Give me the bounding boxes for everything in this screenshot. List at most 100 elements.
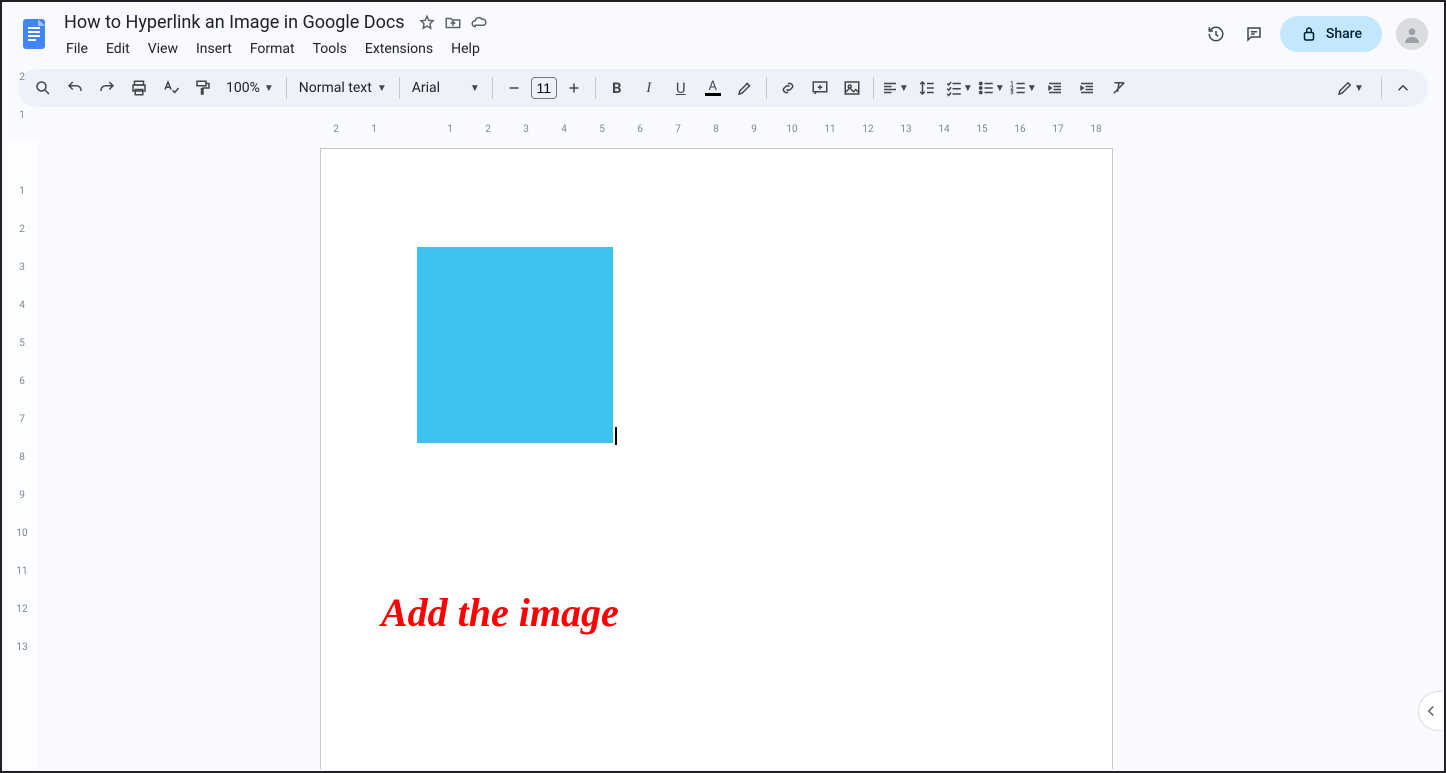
ruler-mark: 16 [1001,120,1039,138]
menu-edit[interactable]: Edit [98,37,138,61]
paint-format-icon[interactable] [188,73,218,103]
bulleted-list-icon[interactable]: ▼ [976,73,1006,103]
ruler-mark: 2 [6,224,38,235]
align-icon[interactable]: ▼ [880,73,910,103]
undo-icon[interactable] [60,73,90,103]
ruler-mark: 6 [621,120,659,138]
caret-down-icon: ▼ [899,83,909,94]
clear-formatting-icon[interactable] [1104,73,1134,103]
ruler-mark: 8 [6,452,38,463]
ruler-mark: 17 [1039,120,1077,138]
highlight-icon[interactable] [730,73,760,103]
history-icon[interactable] [1204,22,1228,46]
ruler-mark: 8 [697,120,735,138]
separator [492,77,493,99]
ruler-mark: 3 [507,120,545,138]
caret-down-icon: ▼ [377,83,387,94]
menu-format[interactable]: Format [242,37,303,61]
ruler-mark: 13 [887,120,925,138]
document-page[interactable]: Add the image [320,148,1113,769]
bold-icon[interactable]: B [602,73,632,103]
text-color-icon[interactable]: A [698,73,728,103]
separator [595,77,596,99]
ruler-mark: 4 [6,300,38,311]
increase-indent-icon[interactable] [1072,73,1102,103]
decrease-indent-icon[interactable] [1040,73,1070,103]
checklist-icon[interactable]: ▼ [944,73,974,103]
annotation-text: Add the image [381,589,619,636]
ruler-mark: 2 [469,120,507,138]
print-icon[interactable] [124,73,154,103]
ruler-mark: 3 [6,262,38,273]
menubar: File Edit View Insert Format Tools Exten… [58,37,1204,61]
font-select[interactable]: Arial ▼ [406,80,486,96]
line-spacing-icon[interactable] [912,73,942,103]
italic-icon[interactable]: I [634,73,664,103]
caret-down-icon: ▼ [995,83,1005,94]
svg-text:3: 3 [1010,90,1013,96]
zoom-value: 100% [226,80,260,96]
ruler-mark: 11 [6,566,38,577]
spellcheck-icon[interactable] [156,73,186,103]
menu-help[interactable]: Help [443,37,488,61]
ruler-mark: 4 [545,120,583,138]
increase-fontsize-icon[interactable] [559,73,589,103]
ruler-mark: 10 [6,528,38,539]
numbered-list-icon[interactable]: 123▼ [1008,73,1038,103]
ruler-mark: 6 [6,376,38,387]
share-button[interactable]: Share [1280,16,1382,52]
ruler-mark: 14 [925,120,963,138]
account-avatar[interactable] [1396,18,1428,50]
ruler-mark: 9 [735,120,773,138]
decrease-fontsize-icon[interactable] [499,73,529,103]
separator [873,77,874,99]
fontsize-input[interactable] [531,77,557,99]
menu-file[interactable]: File [58,37,96,61]
ruler-mark [393,120,431,138]
comments-icon[interactable] [1242,22,1266,46]
ruler-mark: 13 [6,642,38,653]
ruler-mark: 2 [6,72,38,83]
star-icon[interactable] [417,13,437,33]
inserted-image[interactable] [417,247,613,443]
ruler-vertical[interactable]: 2112345678910111213 [6,140,38,769]
ruler-mark: 11 [811,120,849,138]
docs-logo[interactable] [14,14,54,54]
redo-icon[interactable] [92,73,122,103]
ruler-mark: 12 [849,120,887,138]
ruler-mark: 1 [431,120,469,138]
ruler-mark: 1 [355,120,393,138]
font-value: Arial [412,80,440,96]
insert-image-icon[interactable] [837,73,867,103]
menu-tools[interactable]: Tools [305,37,355,61]
ruler-mark: 7 [659,120,697,138]
move-icon[interactable] [443,13,463,33]
separator [766,77,767,99]
ruler-mark: 1 [6,110,38,121]
style-value: Normal text [299,80,372,96]
editing-mode-icon[interactable]: ▼ [1325,73,1375,103]
menu-view[interactable]: View [140,37,186,61]
text-cursor [615,427,617,445]
caret-down-icon: ▼ [470,83,480,94]
collapse-toolbar-icon[interactable] [1388,73,1418,103]
ruler-mark: 12 [6,604,38,615]
ruler-horizontal[interactable]: 21123456789101112131415161718 [37,120,1429,138]
ruler-mark: 15 [963,120,1001,138]
ruler-mark: 5 [6,338,38,349]
add-comment-icon[interactable] [805,73,835,103]
separator [286,77,287,99]
ruler-mark: 9 [6,490,38,501]
toolbar: 100%▼ Normal text▼ Arial▼ B I U A ▼ ▼ ▼ … [18,69,1428,107]
link-icon[interactable] [773,73,803,103]
menu-extensions[interactable]: Extensions [357,37,441,61]
zoom-select[interactable]: 100%▼ [220,80,280,96]
underline-icon[interactable]: U [666,73,696,103]
menu-insert[interactable]: Insert [188,37,240,61]
document-title[interactable]: How to Hyperlink an Image in Google Docs [58,10,411,35]
cloud-status-icon[interactable] [469,13,489,33]
ruler-mark: 5 [583,120,621,138]
ruler-mark: 7 [6,414,38,425]
canvas[interactable]: Add the image [40,140,1429,769]
paragraph-style-select[interactable]: Normal text ▼ [293,80,393,96]
